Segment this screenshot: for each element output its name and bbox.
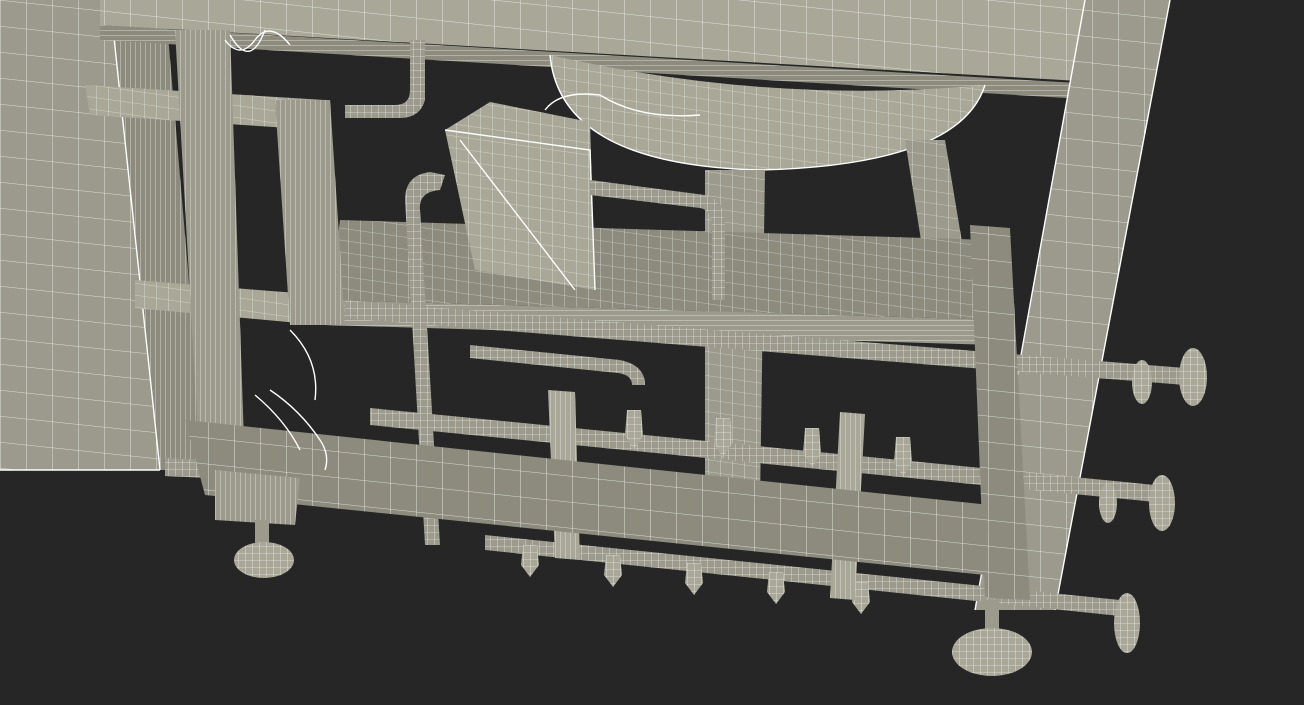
valve-nozzle	[685, 563, 703, 595]
valve-nozzle	[767, 572, 785, 604]
left-cabinet-panel	[0, 0, 205, 471]
wireframe-render	[0, 0, 1207, 676]
leveling-foot-left	[234, 520, 294, 578]
valve-nozzle	[521, 545, 539, 577]
valve-nozzle	[604, 555, 622, 587]
leveling-foot-right	[952, 600, 1032, 676]
